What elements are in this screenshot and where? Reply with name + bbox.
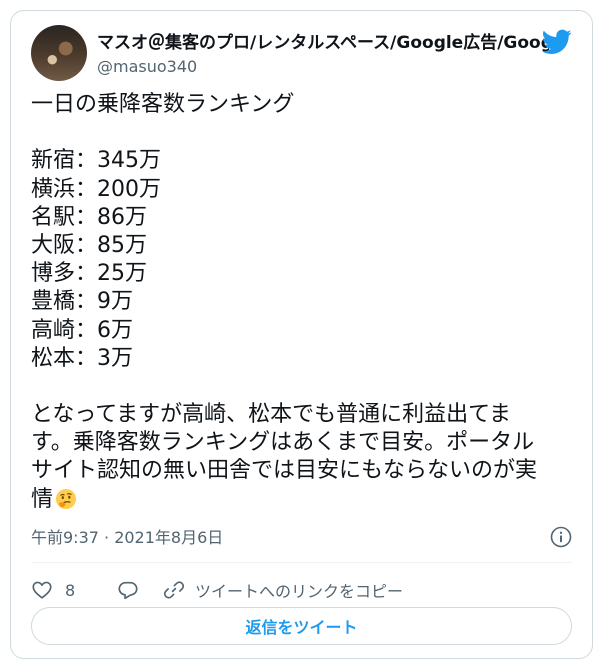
ranking-line: 豊橋：9万 bbox=[31, 289, 133, 315]
action-bar: 8 ツイートへのリンクをコピー bbox=[31, 573, 572, 607]
ranking-line: 大阪：85万 bbox=[31, 232, 147, 258]
tweet-meta: 午前9:37 · 2021年8月6日 bbox=[31, 524, 572, 552]
paragraph-line: となってますが高崎、松本でも普通に利益出てま bbox=[31, 402, 512, 428]
avatar[interactable] bbox=[31, 25, 87, 81]
tweet-timestamp[interactable]: 午前9:37 · 2021年8月6日 bbox=[31, 528, 223, 548]
paragraph-line: す。乗降客数ランキングはあくまで目安。ポータル bbox=[31, 430, 535, 456]
ranking-line: 横浜：200万 bbox=[31, 176, 161, 202]
paragraph-last-line: 情 bbox=[31, 486, 576, 514]
author-display-name[interactable]: マスオ＠集客のプロ/レンタルスペース/Google広告/Goog bbox=[97, 33, 549, 53]
link-icon bbox=[163, 581, 185, 599]
divider bbox=[31, 562, 572, 563]
ranking-line: 松本：3万 bbox=[31, 345, 133, 371]
copy-link-label: ツイートへのリンクをコピー bbox=[195, 582, 404, 601]
copy-link-button[interactable]: ツイートへのリンクをコピー bbox=[163, 573, 403, 607]
tweet-header: マスオ＠集客のプロ/レンタルスペース/Google広告/Goog @masuo3… bbox=[31, 25, 572, 85]
reply-icon bbox=[118, 581, 138, 600]
info-icon[interactable] bbox=[550, 526, 572, 548]
ranking-line: 高崎：6万 bbox=[31, 317, 133, 343]
tweet-text: 一日の乗降客数ランキング 新宿：345万 横浜：200万 名駅：86万 大阪：8… bbox=[31, 91, 576, 514]
ranking-line: 新宿：345万 bbox=[31, 148, 161, 174]
thinking-face-icon bbox=[56, 488, 77, 509]
paragraph-line: サイト認知の無い田舎では目安にもならないのが実 bbox=[31, 458, 538, 484]
like-count: 8 bbox=[65, 580, 76, 600]
reply-button[interactable] bbox=[117, 573, 139, 607]
heart-icon bbox=[32, 581, 52, 599]
paragraph-line: 情 bbox=[31, 486, 54, 512]
author-handle[interactable]: @masuo340 bbox=[97, 57, 197, 77]
tweet-card: マスオ＠集客のプロ/レンタルスペース/Google広告/Goog @masuo3… bbox=[10, 10, 593, 659]
reply-tweet-label: 返信をツイート bbox=[245, 618, 358, 637]
tweet-heading: 一日の乗降客数ランキング bbox=[31, 92, 295, 117]
reply-tweet-button[interactable]: 返信をツイート bbox=[31, 607, 572, 645]
twitter-bird-icon[interactable] bbox=[542, 29, 572, 55]
ranking-line: 博多：25万 bbox=[31, 261, 147, 287]
author-name-row[interactable]: マスオ＠集客のプロ/レンタルスペース/Google広告/Goog bbox=[97, 31, 549, 55]
ranking-line: 名駅：86万 bbox=[31, 204, 147, 230]
like-button[interactable]: 8 bbox=[31, 573, 75, 607]
